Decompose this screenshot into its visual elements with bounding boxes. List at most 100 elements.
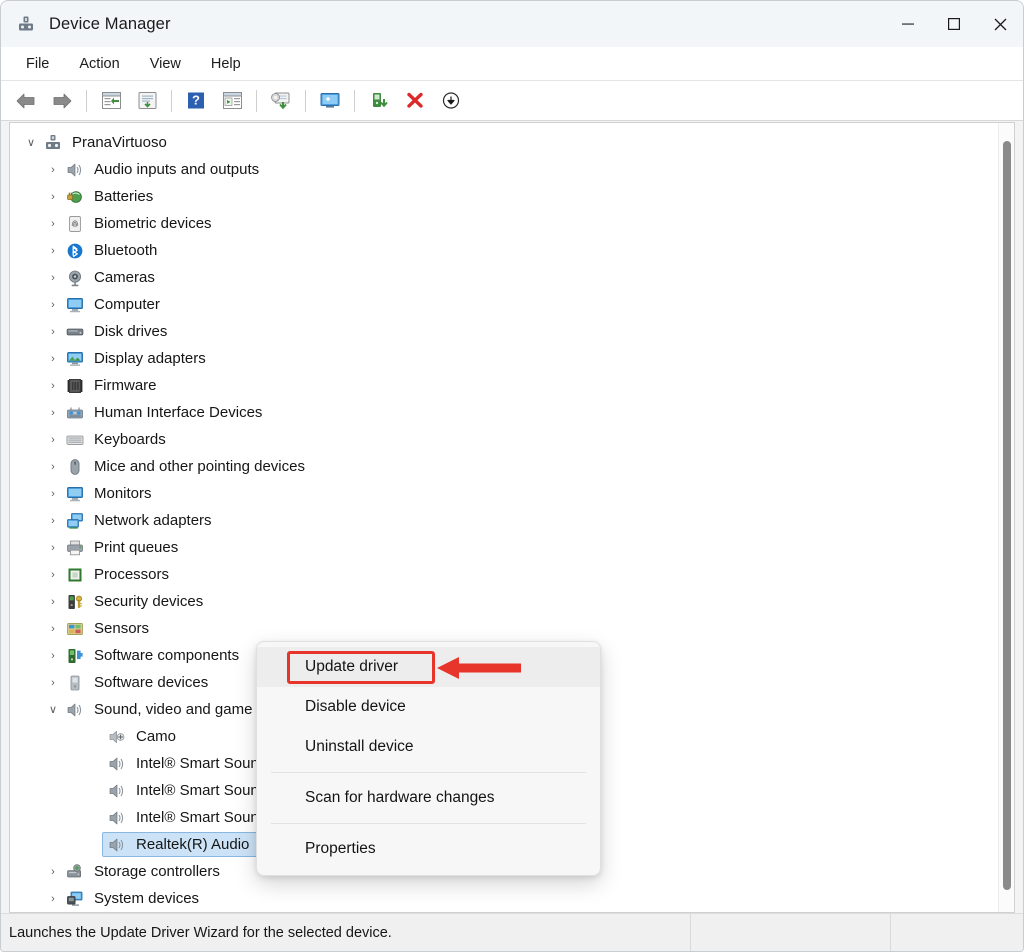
tree-item-label: Monitors: [94, 485, 152, 502]
device-manager-window: Device Manager File Action View Help ? ∨…: [0, 0, 1024, 952]
chevron-right-icon[interactable]: ›: [42, 245, 64, 257]
chevron-right-icon[interactable]: ›: [42, 893, 64, 905]
tree-item-label: PranaVirtuoso: [72, 134, 167, 151]
menu-view[interactable]: View: [137, 53, 194, 75]
tree-item-label: Batteries: [94, 188, 154, 205]
tree-item[interactable]: › Firmware: [10, 372, 1014, 399]
status-segment-2: [691, 914, 891, 951]
chevron-right-icon[interactable]: ›: [42, 326, 64, 338]
status-bar: Launches the Update Driver Wizard for th…: [1, 913, 1023, 951]
enable-device-icon[interactable]: [364, 86, 394, 116]
chevron-right-icon[interactable]: ›: [42, 623, 64, 635]
tree-item[interactable]: › Network adapters: [10, 507, 1014, 534]
context-menu-item-scan-for-hardware-changes[interactable]: Scan for hardware changes: [257, 778, 600, 818]
print-icon[interactable]: [132, 86, 162, 116]
tree-item-label: Keyboards: [94, 431, 166, 448]
show-hidden-devices-icon[interactable]: [217, 86, 247, 116]
status-segment-3: [891, 914, 1023, 951]
tree-item-label: Disk drives: [94, 323, 168, 340]
context-menu-item-uninstall-device[interactable]: Uninstall device: [257, 727, 600, 767]
chevron-down-icon[interactable]: ∨: [42, 703, 64, 716]
chevron-right-icon[interactable]: ›: [42, 353, 64, 365]
processor-icon: [64, 565, 86, 585]
chevron-right-icon[interactable]: ›: [42, 650, 64, 662]
tree-item-label: Storage controllers: [94, 863, 220, 880]
chevron-right-icon[interactable]: ›: [42, 866, 64, 878]
menu-help[interactable]: Help: [198, 53, 254, 75]
chevron-right-icon[interactable]: ›: [42, 299, 64, 311]
tree-item-label: Security devices: [94, 593, 204, 610]
tree-item[interactable]: ∨ PranaVirtuoso: [10, 129, 1014, 156]
tree-item-label: Mice and other pointing devices: [94, 458, 305, 475]
tree-item[interactable]: › Biometric devices: [10, 210, 1014, 237]
tree-item[interactable]: › Human Interface Devices: [10, 399, 1014, 426]
context-menu-item-update-driver[interactable]: Update driver: [257, 647, 600, 687]
scrollbar-thumb[interactable]: [1003, 141, 1011, 890]
bluetooth-icon: [64, 241, 86, 261]
context-menu[interactable]: Update driver Disable device Uninstall dev…: [256, 641, 601, 876]
chevron-right-icon[interactable]: ›: [42, 434, 64, 446]
tree-item-label: Software components: [94, 647, 240, 664]
keyboard-icon: [64, 430, 86, 450]
chevron-right-icon[interactable]: ›: [42, 488, 64, 500]
forward-icon[interactable]: [47, 86, 77, 116]
computer-root-icon: [42, 133, 64, 153]
chevron-right-icon[interactable]: ›: [42, 542, 64, 554]
tree-item[interactable]: › Computer: [10, 291, 1014, 318]
chevron-right-icon[interactable]: ›: [42, 407, 64, 419]
camera-icon: [64, 268, 86, 288]
uninstall-device-icon[interactable]: [400, 86, 430, 116]
minimize-button[interactable]: [885, 1, 931, 47]
tree-item[interactable]: › Mice and other pointing devices: [10, 453, 1014, 480]
toolbar-separator: [171, 89, 172, 112]
back-icon[interactable]: [11, 86, 41, 116]
update-device-icon[interactable]: [315, 86, 345, 116]
tree-item[interactable]: › System devices: [10, 885, 1014, 912]
chevron-right-icon[interactable]: ›: [42, 461, 64, 473]
tree-item[interactable]: › Processors: [10, 561, 1014, 588]
help-icon[interactable]: ?: [181, 86, 211, 116]
tree-item[interactable]: › Disk drives: [10, 318, 1014, 345]
device-manager-icon: [15, 13, 37, 35]
chevron-right-icon[interactable]: ›: [42, 569, 64, 581]
tree-item[interactable]: › Audio inputs and outputs: [10, 156, 1014, 183]
tree-item-label: Bluetooth: [94, 242, 158, 259]
mouse-icon: [64, 457, 86, 477]
toolbar: ?: [1, 81, 1023, 121]
menu-action[interactable]: Action: [66, 53, 132, 75]
chevron-right-icon[interactable]: ›: [42, 164, 64, 176]
tree-item[interactable]: › Monitors: [10, 480, 1014, 507]
tree-scrollbar[interactable]: [998, 123, 1014, 912]
chevron-right-icon[interactable]: ›: [42, 515, 64, 527]
chevron-right-icon[interactable]: ›: [42, 596, 64, 608]
menu-file[interactable]: File: [13, 53, 62, 75]
tree-item[interactable]: › Security devices: [10, 588, 1014, 615]
context-menu-item-properties[interactable]: Properties: [257, 829, 600, 869]
maximize-button[interactable]: [931, 1, 977, 47]
properties-icon[interactable]: [96, 86, 126, 116]
printer-icon: [64, 538, 86, 558]
chevron-right-icon[interactable]: ›: [42, 677, 64, 689]
tree-item[interactable]: › Display adapters: [10, 345, 1014, 372]
scan-for-hardware-changes-icon[interactable]: [266, 86, 296, 116]
close-button[interactable]: [977, 1, 1023, 47]
tree-item[interactable]: › Bluetooth: [10, 237, 1014, 264]
tree-item-label: System devices: [94, 890, 200, 907]
chevron-down-icon[interactable]: ∨: [20, 136, 42, 149]
context-menu-item-disable-device[interactable]: Disable device: [257, 687, 600, 727]
window-title: Device Manager: [49, 14, 171, 33]
disable-device-icon[interactable]: [436, 86, 466, 116]
chevron-right-icon[interactable]: ›: [42, 380, 64, 392]
chevron-right-icon[interactable]: ›: [42, 272, 64, 284]
tree-item-label: Audio inputs and outputs: [94, 161, 260, 178]
tree-item[interactable]: › Keyboards: [10, 426, 1014, 453]
tree-item[interactable]: › Cameras: [10, 264, 1014, 291]
chevron-right-icon[interactable]: ›: [42, 218, 64, 230]
tree-item[interactable]: › Sensors: [10, 615, 1014, 642]
tree-item[interactable]: › Print queues: [10, 534, 1014, 561]
camo-audio-icon: [106, 727, 128, 747]
status-message: Launches the Update Driver Wizard for th…: [1, 914, 691, 951]
tree-item[interactable]: › Batteries: [10, 183, 1014, 210]
chevron-right-icon[interactable]: ›: [42, 191, 64, 203]
toolbar-separator: [86, 89, 87, 112]
